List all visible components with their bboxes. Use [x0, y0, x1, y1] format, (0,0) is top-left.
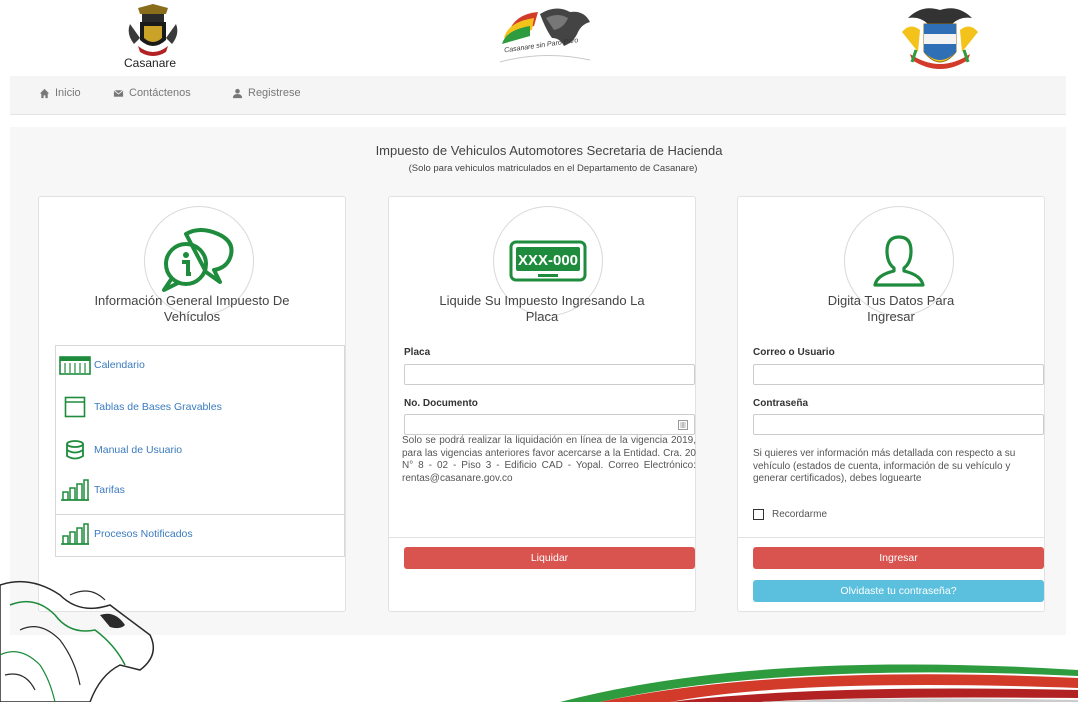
link-tarifas[interactable]: Tarifas — [56, 479, 344, 501]
documento-input[interactable] — [404, 414, 695, 435]
link-tablas-label: Tablas de Bases Gravables — [94, 401, 222, 413]
page-title: Impuesto de Vehiculos Automotores Secret… — [375, 143, 723, 158]
nav-contactenos[interactable]: Contáctenos — [113, 87, 191, 99]
link-manual-label: Manual de Usuario — [94, 444, 183, 456]
link-procesos[interactable]: Procesos Notificados — [56, 523, 344, 545]
nav-inicio-label: Inicio — [55, 87, 81, 99]
login-card: Digita Tus Datos Para Ingresar Correo o … — [737, 196, 1045, 612]
user-input[interactable] — [753, 364, 1044, 385]
envelope-icon — [113, 89, 124, 97]
info-card-title: Información General Impuesto De Vehículo… — [94, 293, 290, 324]
table-icon — [56, 396, 94, 418]
plate-text: XXX-000 — [518, 252, 578, 269]
liquidar-divider — [389, 537, 695, 538]
casanare-logo[interactable]: Casanare — [118, 2, 188, 72]
liquidar-card-title: Liquide Su Impuesto Ingresando La Placa — [439, 293, 645, 324]
database-icon — [56, 439, 94, 461]
calendar-icon — [56, 355, 94, 375]
remember-label: Recordarme — [772, 509, 828, 520]
placa-label: Placa — [404, 347, 431, 358]
placa-input[interactable] — [404, 364, 695, 385]
password-label: Contraseña — [753, 398, 809, 409]
license-plate-icon: XXX-000 — [509, 240, 587, 282]
info-link-list: Calendario Tablas de Bases Gravables Man… — [55, 345, 345, 557]
forgot-password-button[interactable]: Olvidaste tu contraseña? — [753, 580, 1044, 602]
casanare-slogan-logo[interactable]: Casanare sin Paro Paro — [494, 4, 594, 70]
nav-inicio[interactable]: Inicio — [39, 87, 81, 99]
remember-checkbox[interactable] — [753, 509, 764, 520]
colombia-coat-of-arms[interactable] — [900, 2, 980, 76]
login-button[interactable]: Ingresar — [753, 547, 1044, 569]
remember-row[interactable]: Recordarme — [753, 509, 827, 520]
login-card-title: Digita Tus Datos Para Ingresar — [827, 293, 955, 324]
info-chat-icon — [162, 228, 234, 292]
decorative-flag-swoosh — [560, 664, 1078, 702]
password-input[interactable] — [753, 414, 1044, 435]
liquidar-card: XXX-000 Liquide Su Impuesto Ingresando L… — [388, 196, 696, 612]
user-icon — [232, 88, 243, 98]
link-procesos-label: Procesos Notificados — [94, 528, 193, 540]
login-divider — [738, 537, 1044, 538]
link-manual[interactable]: Manual de Usuario — [56, 439, 344, 461]
list-divider — [56, 514, 344, 515]
site-header: Casanare Casanare sin Paro Paro — [0, 0, 1078, 76]
bar-chart-icon — [56, 479, 94, 501]
liquidar-note: Solo se podrá realizar la liquidación en… — [402, 435, 696, 484]
user-outline-icon — [873, 235, 925, 287]
nav-registrese[interactable]: Registrese — [232, 87, 301, 99]
documento-label: No. Documento — [404, 398, 478, 409]
page-subtitle: (Solo para vehiculos matriculados en el … — [408, 163, 698, 174]
link-calendario[interactable]: Calendario — [56, 354, 344, 376]
top-navbar: Inicio Contáctenos Registrese — [10, 76, 1066, 115]
link-tablas[interactable]: Tablas de Bases Gravables — [56, 396, 344, 418]
keyboard-icon — [678, 420, 688, 430]
nav-contactenos-label: Contáctenos — [129, 87, 191, 99]
info-card: Información General Impuesto De Vehículo… — [38, 196, 346, 612]
liquidar-button[interactable]: Liquidar — [404, 547, 695, 569]
link-calendario-label: Calendario — [94, 359, 145, 371]
login-note: Si quieres ver información más detallada… — [753, 448, 1016, 484]
brand-text: Casanare — [124, 56, 177, 70]
decorative-horse-graphic — [0, 580, 155, 702]
user-label: Correo o Usuario — [753, 347, 835, 358]
link-tarifas-label: Tarifas — [94, 484, 125, 496]
bar-chart-icon — [56, 523, 94, 545]
nav-registrese-label: Registrese — [248, 87, 301, 99]
home-icon — [39, 88, 50, 98]
